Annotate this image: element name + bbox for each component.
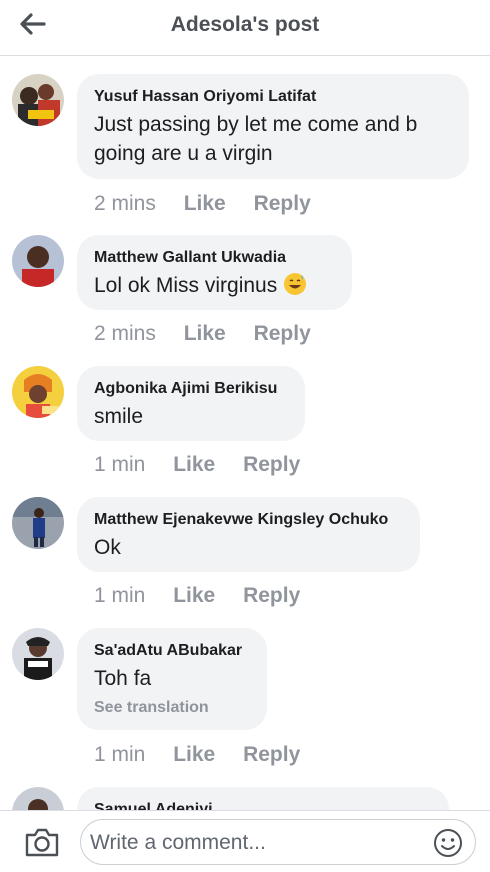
comment-time: 1 min: [94, 743, 146, 766]
page-title: Adesola's post: [170, 13, 320, 36]
comment-text: Just passing by let me come and b going …: [94, 113, 418, 165]
comment-text: smile: [94, 405, 144, 428]
top-bar: Adesola's post: [0, 0, 490, 56]
comment-text: Lol ok Miss virginus: [94, 271, 335, 300]
avatar[interactable]: [12, 235, 64, 287]
comment-text-value: Lol ok Miss virginus: [94, 274, 278, 297]
comment-bubble[interactable]: Yusuf Hassan Oriyomi Latifat Just passin…: [77, 74, 469, 179]
commenter-name[interactable]: Matthew Gallant Ukwadia: [94, 249, 335, 267]
comment-time: 1 min: [94, 453, 146, 476]
avatar[interactable]: [12, 628, 64, 680]
see-translation-link[interactable]: See translation: [94, 699, 250, 717]
avatar[interactable]: [12, 74, 64, 126]
commenter-name[interactable]: Yusuf Hassan Oriyomi Latifat: [94, 88, 452, 106]
comment-bubble[interactable]: Matthew Gallant Ukwadia Lol ok Miss virg…: [77, 235, 352, 310]
comment-time: 2 mins: [94, 192, 156, 215]
comment-composer: Write a comment...: [0, 810, 490, 872]
avatar[interactable]: [12, 366, 64, 418]
like-button[interactable]: Like: [184, 192, 226, 215]
reply-button[interactable]: Reply: [254, 322, 311, 345]
like-button[interactable]: Like: [184, 322, 226, 345]
commenter-name[interactable]: Sa'adAtu ABubakar: [94, 642, 250, 660]
comment-input[interactable]: Write a comment...: [80, 819, 476, 865]
comment-actions: 2 mins Like Reply: [94, 322, 333, 346]
like-button[interactable]: Like: [173, 743, 215, 766]
comment-input-placeholder: Write a comment...: [90, 831, 266, 854]
avatar[interactable]: [12, 497, 64, 549]
smiley-icon[interactable]: [433, 828, 463, 858]
commenter-name[interactable]: Agbonika Ajimi Berikisu: [94, 380, 288, 398]
comment-bubble[interactable]: Agbonika Ajimi Berikisu smile: [77, 366, 305, 441]
reply-button[interactable]: Reply: [254, 192, 311, 215]
comment-bubble[interactable]: Matthew Ejenakevwe Kingsley Ochuko Ok: [77, 497, 420, 572]
comment-actions: 1 min Like Reply: [94, 743, 322, 767]
reply-button[interactable]: Reply: [243, 453, 300, 476]
comment-time: 2 mins: [94, 322, 156, 345]
comment-bubble[interactable]: Sa'adAtu ABubakar Toh fa See translation: [77, 628, 267, 730]
like-button[interactable]: Like: [173, 453, 215, 476]
comment-actions: 1 min Like Reply: [94, 453, 322, 477]
like-button[interactable]: Like: [173, 584, 215, 607]
comment-time: 1 min: [94, 584, 146, 607]
comment-actions: 1 min Like Reply: [94, 584, 322, 608]
comment-text: Toh fa: [94, 667, 152, 690]
grinning-sweat-emoji-icon: [284, 273, 307, 295]
commenter-name[interactable]: Matthew Ejenakevwe Kingsley Ochuko: [94, 511, 403, 529]
reply-button[interactable]: Reply: [243, 743, 300, 766]
camera-icon[interactable]: [24, 826, 60, 858]
comment-actions: 2 mins Like Reply: [94, 192, 333, 216]
comment-text: Ok: [94, 536, 121, 559]
reply-button[interactable]: Reply: [243, 584, 300, 607]
